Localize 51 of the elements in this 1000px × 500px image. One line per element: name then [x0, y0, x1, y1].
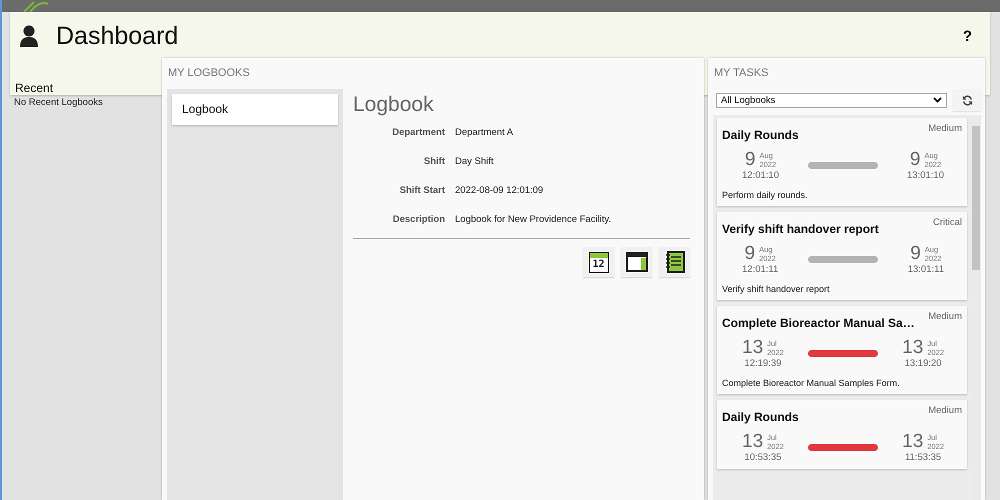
logbook-item[interactable]: Logbook [172, 94, 338, 125]
priority-label: Medium [928, 405, 962, 416]
date-day: 9 [910, 244, 921, 264]
panel-title: MY TASKS [713, 66, 770, 81]
panel-title: MY LOGBOOKS [167, 66, 251, 81]
field-value: Day Shift [455, 156, 495, 167]
priority-label: Medium [928, 123, 962, 134]
refresh-icon [962, 94, 972, 106]
task-description: Verify shift handover report [722, 284, 831, 294]
user-icon [20, 25, 38, 47]
field-value: Department A [455, 127, 514, 138]
date-time: 11:53:35 [904, 452, 942, 463]
page-title: Dashboard [56, 22, 180, 50]
field-label: Department [391, 127, 445, 138]
field-label: Shift [422, 156, 445, 167]
empty-message: No Recent Logbooks [13, 97, 104, 108]
date-time: 12:01:11 [742, 264, 778, 275]
logbook-filter-dropdown[interactable]: All Logbooks [716, 92, 947, 108]
date-time: 12:01:10 [742, 170, 779, 181]
task-title: Daily Rounds [722, 128, 799, 142]
date-day: 13 [902, 432, 924, 452]
priority-label: Medium [928, 311, 962, 322]
field-value: Logbook for New Providence Facility. [455, 214, 612, 225]
field-label: Shift Start [398, 185, 445, 196]
date-time: 13:19:20 [904, 358, 942, 369]
date-day: 9 [744, 150, 756, 170]
date-day: 13 [742, 338, 764, 358]
task-title: Complete Bioreactor Manual Sa… [722, 316, 915, 330]
field-value: 2022-08-09 12:01:09 [455, 185, 544, 196]
task-title: Daily Rounds [722, 410, 799, 424]
calendar-button[interactable]: 12 [583, 247, 614, 277]
recent-heading: Recent [14, 81, 54, 95]
date-day: 13 [902, 338, 924, 358]
priority-label: Critical [932, 217, 962, 228]
refresh-button[interactable] [953, 89, 981, 111]
chevron-down-icon [933, 97, 942, 103]
layout-button[interactable] [621, 247, 652, 277]
help-button[interactable]: ? [958, 28, 976, 44]
date-time: 12:19:39 [744, 358, 782, 369]
field-label: Description [392, 214, 445, 225]
notebook-button[interactable] [659, 247, 690, 277]
date-day: 9 [744, 244, 756, 264]
task-description: Complete Bioreactor Manual Samples Form. [722, 378, 901, 388]
date-time: 10:53:35 [744, 452, 782, 463]
date-day: 13 [742, 432, 764, 452]
date-time: 13:01:10 [907, 170, 944, 181]
date-time: 13:01:11 [908, 264, 944, 275]
task-description: Perform daily rounds. [722, 190, 809, 200]
logbook-title: Logbook [353, 93, 435, 117]
task-title: Verify shift handover report [722, 222, 879, 236]
date-day: 9 [910, 150, 920, 170]
